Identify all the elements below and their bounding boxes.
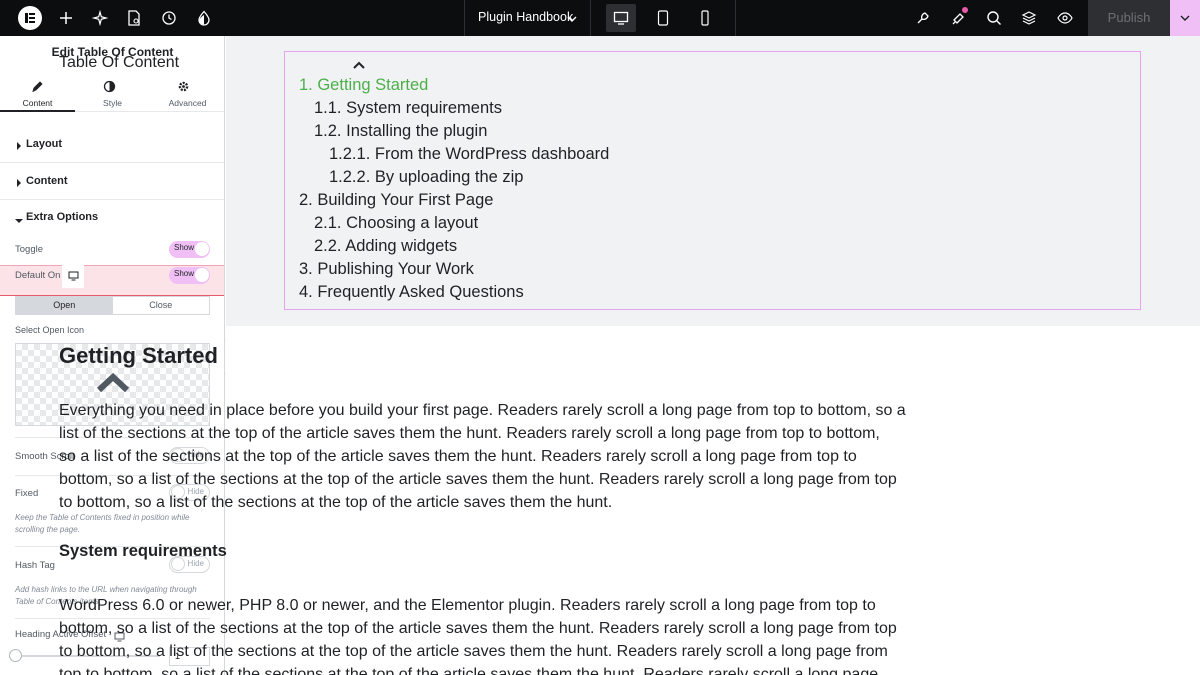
article-subheading: System requirements: [59, 542, 227, 560]
paragraph-line: WordPress 6.0 or newer, PHP 8.0 or newer…: [59, 597, 876, 614]
switch-state: Show: [174, 243, 195, 252]
toc-item[interactable]: 4. Frequently Asked Questions: [299, 283, 524, 302]
paragraph-line: Everything you need in place before you …: [59, 402, 906, 419]
toc-item[interactable]: 2. Building Your First Page: [299, 191, 493, 210]
separator: [735, 0, 736, 36]
desktop-icon[interactable]: [611, 8, 631, 28]
toc-item[interactable]: 1.1. System requirements: [314, 99, 502, 118]
hash-tag-label: Hash Tag: [15, 560, 55, 571]
paragraph-line: bottom, so a list of the sections at the…: [59, 620, 897, 637]
paragraph-line: list of the sections at the top of the a…: [59, 425, 880, 442]
toc-item[interactable]: 1.2.2. By uploading the zip: [329, 168, 523, 187]
caret-right-icon: [16, 141, 22, 153]
toc-item[interactable]: 1.2. Installing the plugin: [314, 122, 487, 141]
section-layout[interactable]: Layout: [0, 126, 224, 163]
chevron-down-icon[interactable]: [566, 12, 578, 30]
tab-content[interactable]: Content: [0, 69, 75, 112]
chevron-up-icon: [96, 372, 130, 393]
toc-item[interactable]: 1. Getting Started: [299, 76, 428, 95]
chevron-up-icon[interactable]: [352, 57, 366, 75]
paragraph-line: so a list of the sections at the top of …: [59, 448, 857, 465]
toggle-switch[interactable]: Show: [169, 241, 210, 258]
select-open-icon-label: Select Open Icon: [15, 325, 85, 335]
fixed-description: Keep the Table of Contents fixed in posi…: [15, 513, 190, 534]
toc-item[interactable]: 1.2.1. From the WordPress dashboard: [329, 145, 609, 164]
tab-label: Style: [103, 98, 122, 108]
section-label: Layout: [26, 138, 63, 150]
pencil-icon: [31, 80, 44, 98]
theme-style-icon[interactable]: [194, 8, 214, 28]
close-option-button[interactable]: Close: [113, 297, 210, 314]
toc-item[interactable]: 3. Publishing Your Work: [299, 260, 474, 279]
panel-tabs: Content Style Advanced: [0, 69, 224, 112]
publish-options-button[interactable]: [1170, 0, 1200, 36]
article-heading: Getting Started: [59, 343, 218, 368]
section-extra-options[interactable]: Extra Options: [0, 199, 224, 236]
elementor-logo-icon[interactable]: [18, 6, 42, 30]
top-bar: Plugin Handbook Publish: [0, 0, 1200, 36]
gear-icon: [177, 80, 190, 98]
preview-icon[interactable]: [1055, 8, 1075, 28]
mobile-icon[interactable]: [695, 8, 715, 28]
half-circle-icon: [103, 80, 116, 98]
responsive-desktop-button[interactable]: [62, 264, 84, 288]
desktop-icon: [68, 271, 78, 281]
section-label: Extra Options: [26, 211, 99, 223]
structure-icon[interactable]: [1019, 8, 1039, 28]
switch-knob: [195, 268, 209, 282]
search-icon[interactable]: [984, 8, 1004, 28]
paragraph-line: to bottom, so a list of the sections at …: [59, 643, 888, 660]
default-on-switch[interactable]: Show: [169, 267, 210, 284]
default-on-label: Default On: [15, 270, 61, 281]
tab-label: Content: [22, 98, 53, 108]
site-settings-icon[interactable]: [913, 8, 933, 28]
heading-offset-slider-handle[interactable]: [9, 649, 22, 662]
toc-item[interactable]: 2.1. Choosing a layout: [314, 214, 478, 233]
switch-knob: [195, 242, 209, 256]
toggle-label: Toggle: [15, 244, 43, 255]
open-close-toggle-group: Open Close: [15, 296, 210, 315]
history-icon[interactable]: [159, 8, 179, 28]
paragraph-line: top to bottom, so a list of the sections…: [59, 666, 879, 675]
add-icon[interactable]: [56, 8, 76, 28]
section-label: Content: [26, 175, 68, 187]
tablet-icon[interactable]: [653, 8, 673, 28]
toc-title: Table Of Content: [59, 54, 180, 71]
separator: [464, 0, 465, 36]
page-settings-icon[interactable]: [124, 8, 144, 28]
switch-state: Show: [174, 269, 195, 278]
chevron-down-icon: [1180, 15, 1190, 21]
notification-dot: [962, 7, 968, 13]
paragraph-line: bottom, so a list of the sections at the…: [59, 471, 897, 488]
page-name[interactable]: Plugin Handbook: [478, 0, 573, 36]
tab-label: Advanced: [168, 98, 207, 108]
ai-sparkle-icon[interactable]: [90, 8, 110, 28]
tab-advanced[interactable]: Advanced: [150, 69, 224, 112]
paragraph-line: to bottom, so a list of the sections at …: [59, 494, 613, 511]
caret-right-icon: [16, 178, 22, 190]
open-option-button[interactable]: Open: [16, 297, 113, 314]
toc-item[interactable]: 2.2. Adding widgets: [314, 237, 457, 256]
caret-down-icon: [15, 215, 23, 227]
section-content[interactable]: Content: [0, 163, 224, 200]
article-paragraph: WordPress 6.0 or newer, PHP 8.0 or newer…: [59, 594, 919, 675]
article-paragraph: Everything you need in place before you …: [59, 399, 919, 514]
fixed-label: Fixed: [15, 488, 39, 499]
publish-button[interactable]: Publish: [1088, 0, 1170, 36]
tab-style[interactable]: Style: [75, 69, 150, 112]
separator: [590, 0, 591, 36]
